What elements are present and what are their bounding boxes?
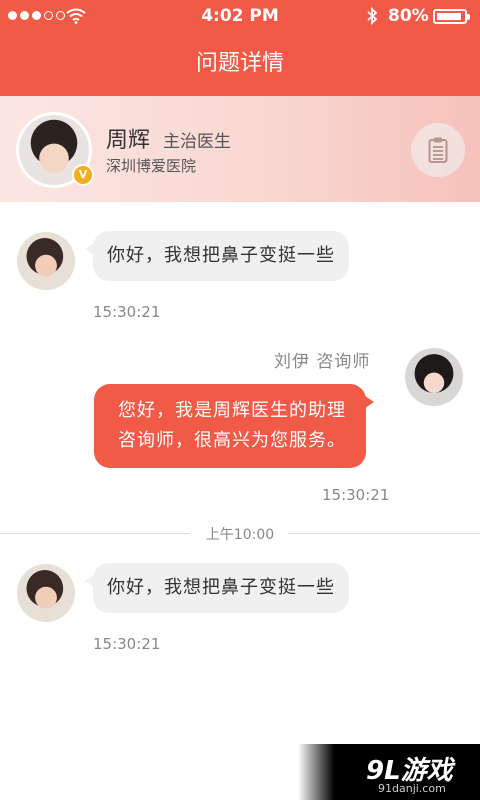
message-bubble[interactable]: 你好，我想把鼻子变挺一些 xyxy=(85,563,349,613)
clipboard-button[interactable] xyxy=(411,123,465,177)
patient-avatar[interactable] xyxy=(17,564,75,622)
watermark-url: 91danji.com xyxy=(378,782,446,795)
battery-percent: 80% xyxy=(388,6,429,26)
verified-badge-icon: V xyxy=(72,164,94,186)
doctor-hospital: 深圳博爱医院 xyxy=(106,157,197,175)
battery-icon xyxy=(433,9,470,24)
clipboard-icon xyxy=(428,137,448,163)
doctor-title: 主治医生 xyxy=(163,132,231,152)
status-bar: 4:02 PM 80% xyxy=(0,0,480,32)
patient-avatar[interactable] xyxy=(17,232,75,290)
time-divider: 上午10:00 xyxy=(205,527,275,543)
message-timestamp: 15:30:21 xyxy=(322,486,390,504)
message-line: 咨询师，很高兴为您服务。 xyxy=(118,430,346,451)
message-timestamp: 15:30:21 xyxy=(93,635,161,653)
message-bubble[interactable]: 您好，我是周辉医生的助理 咨询师，很高兴为您服务。 xyxy=(94,384,374,468)
message-bubble[interactable]: 你好，我想把鼻子变挺一些 xyxy=(85,231,349,281)
nav-bar: 问题详情 xyxy=(0,32,480,96)
doctor-card[interactable]: V 周辉 主治医生 深圳博爱医院 xyxy=(0,96,480,202)
bluetooth-icon xyxy=(367,7,378,25)
message-timestamp: 15:30:21 xyxy=(93,303,161,321)
page-title: 问题详情 xyxy=(195,51,284,76)
sender-label: 刘伊 咨询师 xyxy=(274,352,371,372)
message-line: 您好，我是周辉医生的助理 xyxy=(118,400,346,421)
watermark-logo: 9L游戏 91danji.com xyxy=(298,744,480,800)
consultant-avatar[interactable] xyxy=(405,348,463,406)
doctor-name: 周辉 xyxy=(106,128,151,153)
